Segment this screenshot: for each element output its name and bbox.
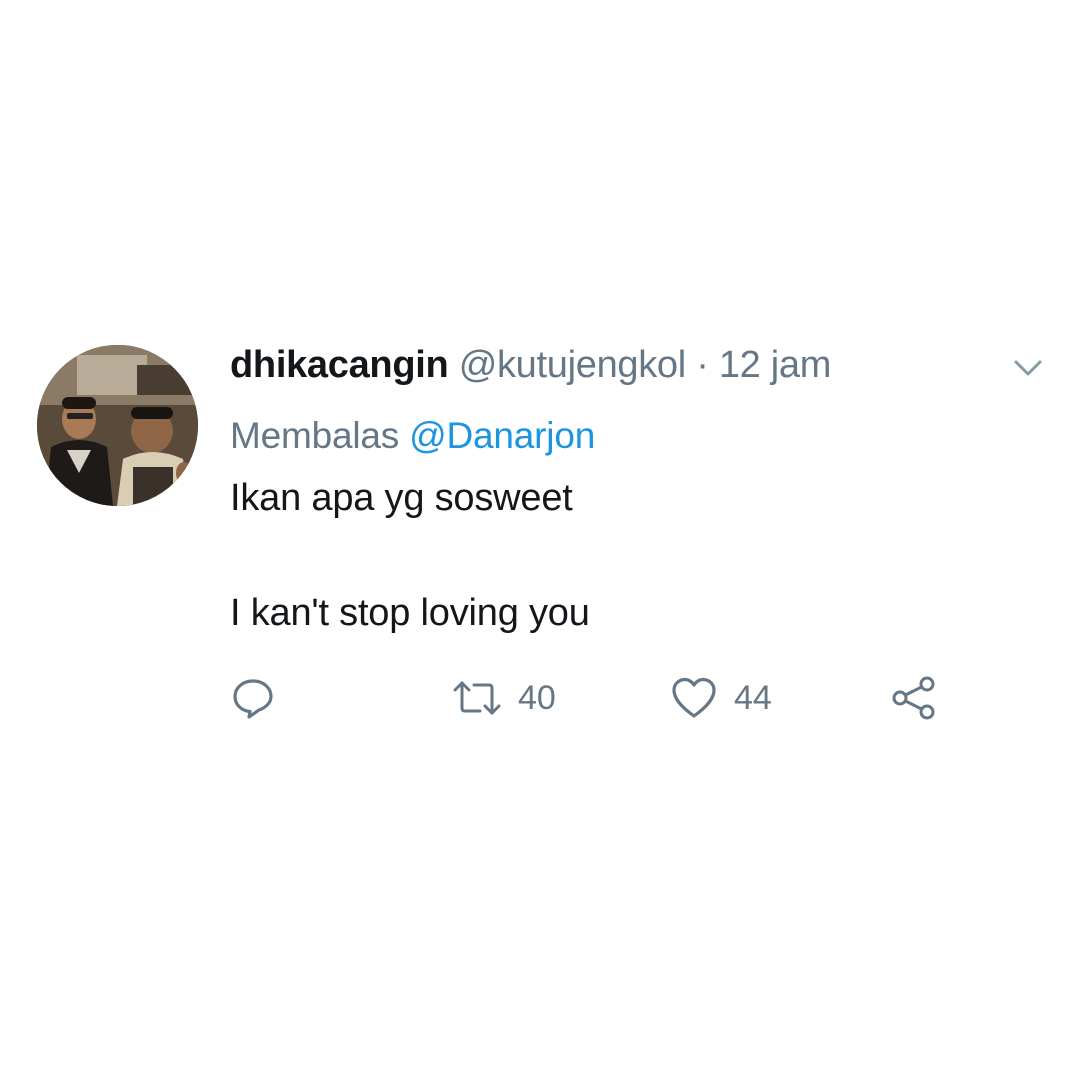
- reply-target-link[interactable]: @Danarjon: [409, 415, 595, 456]
- avatar-photo: [37, 345, 198, 506]
- user-handle[interactable]: @kutujengkol: [459, 344, 687, 386]
- tweet-text-line: Ikan apa yg sosweet: [230, 477, 573, 519]
- reply-context: Membalas @Danarjon: [230, 410, 595, 462]
- reply-prefix: Membalas: [230, 415, 400, 456]
- retweet-button[interactable]: 40: [452, 672, 556, 724]
- tweet-text-line: I kan't stop loving you: [230, 592, 590, 634]
- reply-button[interactable]: [230, 672, 276, 724]
- display-name[interactable]: dhikacangin: [230, 344, 449, 386]
- retweet-count: 40: [518, 679, 556, 717]
- chevron-down-icon[interactable]: [1012, 356, 1044, 380]
- tweet-actions: 40 44: [230, 672, 950, 724]
- tweet[interactable]: dhikacangin @kutujengkol · 12 jam Membal…: [0, 0, 1080, 1080]
- share-icon: [890, 674, 938, 722]
- avatar[interactable]: [37, 345, 198, 506]
- reply-icon: [230, 675, 276, 721]
- tweet-header: dhikacangin @kutujengkol · 12 jam: [230, 339, 831, 391]
- share-button[interactable]: [890, 672, 938, 724]
- like-button[interactable]: 44: [670, 672, 772, 724]
- tweet-timestamp[interactable]: 12 jam: [719, 344, 832, 386]
- heart-icon: [670, 676, 718, 720]
- like-count: 44: [734, 679, 772, 717]
- retweet-icon: [452, 678, 502, 718]
- separator-dot: ·: [696, 344, 709, 386]
